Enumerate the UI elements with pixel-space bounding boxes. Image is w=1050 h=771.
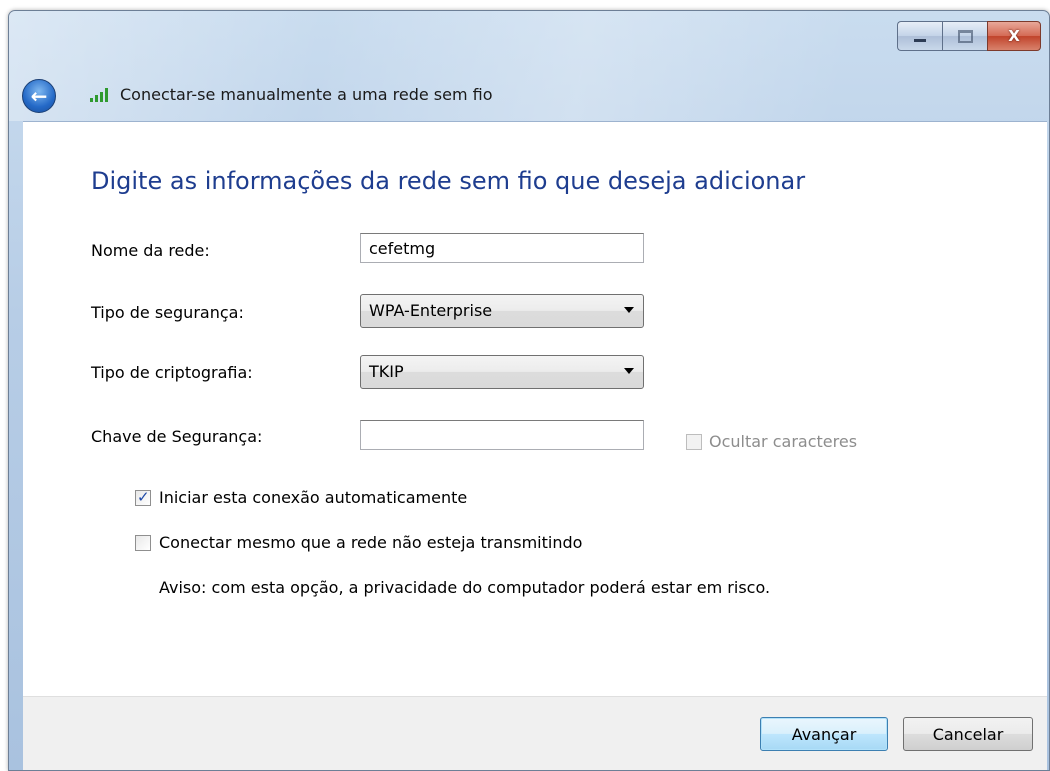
maximize-button[interactable] bbox=[942, 21, 987, 51]
chevron-down-icon bbox=[624, 307, 634, 313]
auto-start-label: Iniciar esta conexão automaticamente bbox=[159, 488, 468, 507]
encryption-type-select[interactable]: TKIP bbox=[360, 355, 644, 389]
security-key-label: Chave de Segurança: bbox=[91, 427, 263, 446]
maximize-icon bbox=[957, 29, 973, 43]
back-arrow-icon: ← bbox=[30, 84, 48, 108]
security-type-label: Tipo de segurança: bbox=[91, 303, 244, 322]
page-title: Digite as informações da rede sem fio qu… bbox=[91, 167, 806, 195]
dialog-footer: Avançar Cancelar bbox=[23, 696, 1047, 770]
dialog-content: Digite as informações da rede sem fio qu… bbox=[23, 121, 1047, 697]
network-name-label: Nome da rede: bbox=[91, 241, 210, 260]
dialog-window: X ← Conectar-se manualmente a uma rede s… bbox=[8, 10, 1050, 771]
close-button[interactable]: X bbox=[987, 21, 1041, 51]
hide-characters-label: Ocultar caracteres bbox=[709, 432, 858, 451]
close-icon: X bbox=[1008, 27, 1020, 45]
cancel-button[interactable]: Cancelar bbox=[903, 717, 1033, 751]
wireless-signal-icon bbox=[90, 88, 108, 102]
connect-hidden-checkbox[interactable] bbox=[135, 535, 151, 551]
minimize-icon bbox=[914, 38, 926, 42]
encryption-type-label: Tipo de criptografia: bbox=[91, 363, 253, 382]
security-key-field[interactable] bbox=[360, 420, 644, 450]
auto-start-checkbox[interactable] bbox=[135, 488, 151, 506]
next-button[interactable]: Avançar bbox=[760, 717, 888, 751]
minimize-button[interactable] bbox=[897, 21, 942, 51]
privacy-warning: Aviso: com esta opção, a privacidade do … bbox=[159, 578, 771, 597]
security-type-select[interactable]: WPA-Enterprise bbox=[360, 294, 644, 328]
encryption-type-value: TKIP bbox=[369, 362, 404, 381]
window-title: Conectar-se manualmente a uma rede sem f… bbox=[120, 85, 493, 104]
connect-hidden-label: Conectar mesmo que a rede não esteja tra… bbox=[159, 533, 583, 552]
caption-buttons: X bbox=[897, 21, 1041, 51]
security-type-value: WPA-Enterprise bbox=[369, 301, 493, 320]
hide-characters-checkbox[interactable] bbox=[686, 434, 702, 450]
title-bar: ← Conectar-se manualmente a uma rede sem… bbox=[9, 73, 1049, 113]
network-name-field[interactable]: cefetmg bbox=[360, 233, 644, 263]
chevron-down-icon bbox=[624, 368, 634, 374]
back-button[interactable]: ← bbox=[22, 79, 56, 113]
